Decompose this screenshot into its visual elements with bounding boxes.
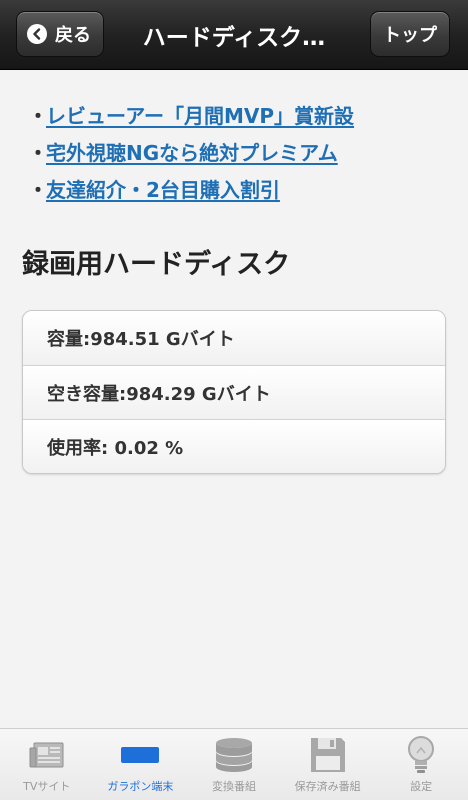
list-item: ・ 宅外視聴NGなら絶対プレミアム	[28, 133, 354, 170]
free-capacity-row: 空き容量:984.29 Gバイト	[23, 365, 445, 419]
chevron-left-icon	[27, 24, 47, 44]
tab-garapon-device[interactable]: ガラポン端末	[94, 729, 188, 800]
device-icon	[120, 735, 160, 775]
promo-links: ・ レビューアー「月間MVP」賞新設 ・ 宅外視聴NGなら絶対プレミアム ・ 友…	[28, 96, 354, 207]
back-button-label: 戻る	[55, 25, 91, 46]
promo-link-reviewer-mvp[interactable]: レビューアー「月間MVP」賞新設	[46, 100, 354, 129]
navigation-bar: 戻る ハードディスク… トップ	[0, 0, 468, 70]
tab-saved-programs[interactable]: 保存済み番組	[281, 729, 375, 800]
tab-label: 変換番組	[211, 780, 256, 793]
tab-converted-programs[interactable]: 変換番組	[187, 729, 281, 800]
back-button[interactable]: 戻る	[16, 11, 104, 57]
list-item: ・ 友達紹介・2台目購入割引	[28, 170, 354, 207]
database-icon	[214, 735, 254, 775]
floppy-icon	[309, 735, 347, 775]
usage-rate-row: 使用率: 0.02 %	[23, 419, 445, 473]
promo-link-referral-discount[interactable]: 友達紹介・2台目購入割引	[46, 174, 280, 203]
tab-bar: TVサイト ガラポン端末 変換番組 保存済み番組 設定	[0, 728, 468, 800]
capacity-row: 容量:984.51 Gバイト	[23, 311, 445, 365]
section-heading: 録画用ハードディスク	[22, 249, 291, 280]
tab-tv-site[interactable]: TVサイト	[0, 729, 94, 800]
newspaper-icon	[29, 735, 65, 775]
tab-settings[interactable]: 設定	[374, 729, 468, 800]
bullet: ・	[28, 141, 48, 165]
disk-info-list: 容量:984.51 Gバイト 空き容量:984.29 Gバイト 使用率: 0.0…	[22, 310, 446, 474]
top-button[interactable]: トップ	[370, 11, 450, 57]
bullet: ・	[28, 104, 48, 128]
bullet: ・	[28, 178, 48, 202]
promo-link-premium[interactable]: 宅外視聴NGなら絶対プレミアム	[46, 137, 338, 166]
tab-label: TVサイト	[23, 780, 71, 793]
tab-label: 保存済み番組	[294, 780, 361, 793]
top-button-label: トップ	[383, 25, 437, 46]
page-title: ハードディスク…	[142, 25, 326, 51]
lightbulb-icon	[405, 735, 437, 775]
tab-label: 設定	[410, 780, 433, 793]
list-item: ・ レビューアー「月間MVP」賞新設	[28, 96, 354, 133]
tab-label: ガラポン端末	[107, 780, 174, 793]
